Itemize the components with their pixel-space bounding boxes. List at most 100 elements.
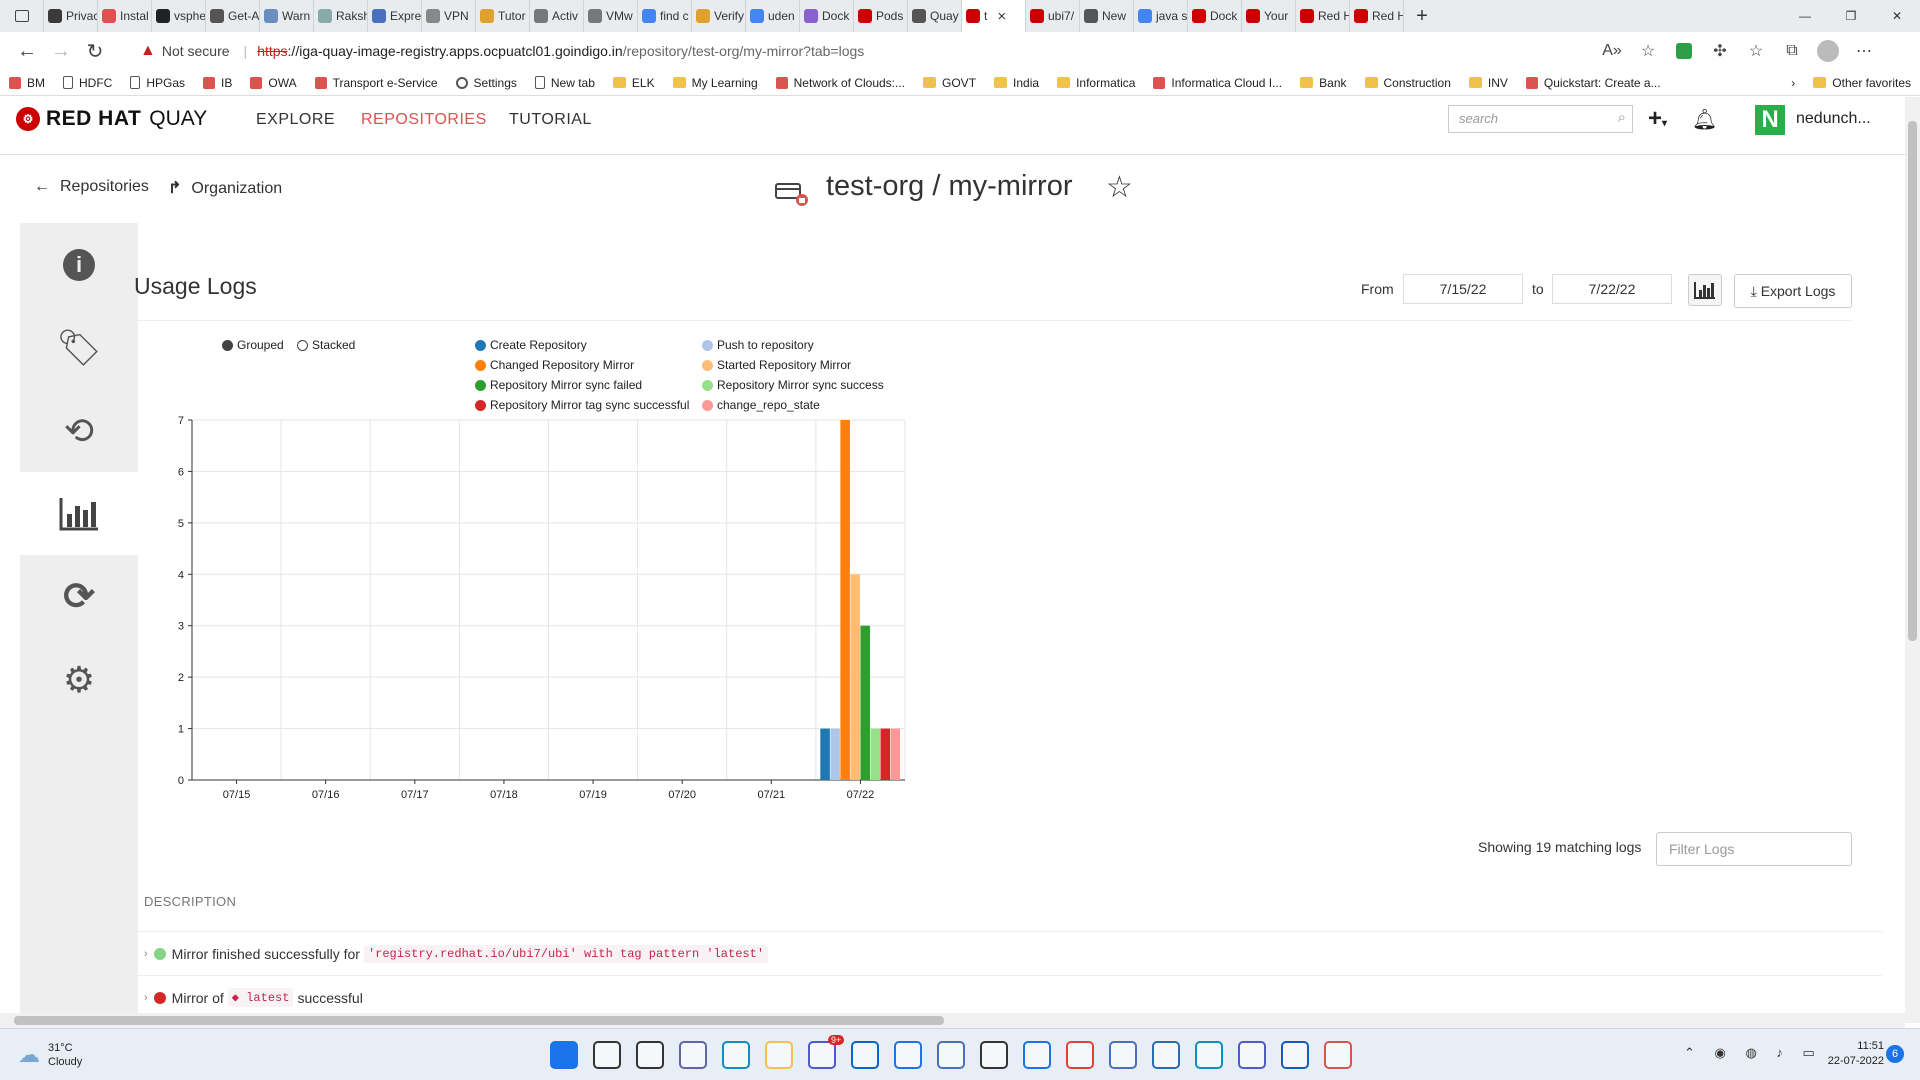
favorite-item[interactable]: Bank [1291, 76, 1355, 90]
favorite-item[interactable]: HDFC [54, 76, 121, 90]
restore-window-button[interactable]: ❐ [1828, 0, 1874, 32]
favorites-button[interactable]: ☆ [1738, 34, 1774, 68]
mode-stacked[interactable]: Stacked [297, 338, 355, 352]
browser-tab[interactable]: Dock [800, 0, 854, 32]
browser-tab[interactable]: uden [746, 0, 800, 32]
legend-entry[interactable]: Repository Mirror sync success [702, 378, 884, 392]
favorite-item[interactable]: Construction [1356, 76, 1460, 90]
add-favorite-button[interactable]: ☆ [1630, 34, 1666, 68]
url-field[interactable]: ▲ Not secure | https://iga-quay-image-re… [126, 36, 1586, 66]
browser-tab[interactable]: Get-A [206, 0, 260, 32]
task-view-icon[interactable] [636, 1041, 664, 1069]
sidebar-item-history[interactable]: ⟲ [20, 389, 138, 472]
browser-tab[interactable]: ubi7/ [1026, 0, 1080, 32]
extension-button[interactable] [1666, 34, 1702, 68]
word-icon[interactable] [1281, 1041, 1309, 1069]
user-avatar[interactable]: N [1755, 105, 1785, 135]
sidebar-item-settings[interactable]: ⚙ [20, 638, 138, 721]
network-icon[interactable] [937, 1041, 965, 1069]
start-button[interactable] [550, 1041, 578, 1069]
tab-actions-button[interactable] [0, 0, 44, 32]
browser-tab[interactable]: Expre [368, 0, 422, 32]
favorite-item[interactable]: HPGas [121, 76, 194, 90]
collections-button[interactable]: ⧉ [1774, 34, 1810, 68]
close-tab-icon[interactable]: × [997, 8, 1006, 25]
browser-tab[interactable]: Quay [908, 0, 962, 32]
profile-button[interactable] [1810, 34, 1846, 68]
outlook-icon[interactable] [851, 1041, 879, 1069]
chrome-icon[interactable] [1066, 1041, 1094, 1069]
sidebar-item-usage-logs[interactable] [20, 472, 138, 555]
photos-icon[interactable] [1195, 1041, 1223, 1069]
favorite-item[interactable]: Transport e-Service [306, 76, 447, 90]
horizontal-scroll-thumb[interactable] [14, 1016, 944, 1025]
browser-tab[interactable]: New [1080, 0, 1134, 32]
to-date-input[interactable]: 7/22/22 [1552, 274, 1672, 304]
favorite-item[interactable]: My Learning [664, 76, 767, 90]
nav-tutorial[interactable]: TUTORIAL [509, 111, 592, 129]
back-button[interactable]: ← [10, 34, 44, 68]
powershell-icon[interactable] [1152, 1041, 1180, 1069]
clock[interactable]: 11:51 22-07-2022 [1810, 1039, 1884, 1069]
export-logs-button[interactable]: ⤓ Export Logs [1734, 274, 1852, 308]
nav-repositories[interactable]: REPOSITORIES [361, 111, 487, 129]
browser-tab[interactable]: Dock [1188, 0, 1242, 32]
teams-icon[interactable] [808, 1041, 836, 1069]
star-repo-icon[interactable]: ☆ [1106, 170, 1133, 205]
sidebar-item-mirroring[interactable]: ⟳ [20, 555, 138, 638]
browser-tab[interactable]: find c [638, 0, 692, 32]
file-explorer-icon[interactable] [765, 1041, 793, 1069]
snipping-icon[interactable] [1238, 1041, 1266, 1069]
browser-tab[interactable]: Pods [854, 0, 908, 32]
browser-tab[interactable]: Verify [692, 0, 746, 32]
horizontal-scrollbar[interactable] [0, 1013, 1905, 1028]
read-aloud-button[interactable]: A» [1594, 34, 1630, 68]
new-tab-button[interactable]: + [1404, 0, 1440, 32]
browser-tab[interactable]: Red H [1350, 0, 1404, 32]
legend-entry[interactable]: Create Repository [475, 338, 587, 352]
settings-menu-button[interactable]: ⋯ [1846, 34, 1882, 68]
minimize-window-button[interactable]: — [1782, 0, 1828, 32]
snip-tool-icon[interactable] [1324, 1041, 1352, 1069]
legend-entry[interactable]: Changed Repository Mirror [475, 358, 634, 372]
user-menu[interactable]: nedunch... [1796, 110, 1871, 128]
browser-tab[interactable]: Red H [1296, 0, 1350, 32]
vertical-scroll-thumb[interactable] [1908, 121, 1917, 641]
legend-entry[interactable]: Repository Mirror sync failed [475, 378, 642, 392]
from-date-input[interactable]: 7/15/22 [1403, 274, 1523, 304]
vertical-scrollbar[interactable] [1905, 97, 1920, 1023]
chevron-right-icon[interactable]: › [144, 948, 148, 960]
notes-icon[interactable] [1023, 1041, 1051, 1069]
extensions-button[interactable]: ✣ [1702, 34, 1738, 68]
favorite-item[interactable]: INV [1460, 76, 1517, 90]
notifications-bell-icon[interactable]: 🔔︎ [1692, 107, 1717, 132]
favorite-item[interactable]: ELK [604, 76, 664, 90]
browser-tab[interactable]: Raksh [314, 0, 368, 32]
browser-tab[interactable]: VPN [422, 0, 476, 32]
browser-tab[interactable]: Tutor [476, 0, 530, 32]
mode-grouped[interactable]: Grouped [222, 338, 284, 352]
browser-tab[interactable]: t × [962, 0, 1026, 32]
browser-tab[interactable]: VMw [584, 0, 638, 32]
other-favorites[interactable]: Other favorites [1804, 76, 1920, 90]
favorite-item[interactable]: Settings [447, 76, 526, 90]
breadcrumb-repositories[interactable]: ← Repositories [34, 178, 149, 196]
more-favorites-chevron[interactable]: › [1782, 76, 1804, 90]
forward-button[interactable]: → [44, 34, 78, 68]
reload-button[interactable]: ↻ [78, 34, 112, 68]
search-icon[interactable] [593, 1041, 621, 1069]
favorite-item[interactable]: Network of Clouds:... [767, 76, 914, 90]
create-new-button[interactable]: +▾ [1648, 105, 1667, 133]
browser-tab[interactable]: Warn [260, 0, 314, 32]
sidebar-item-info[interactable]: i [20, 223, 138, 306]
vpn-icon[interactable] [1109, 1041, 1137, 1069]
legend-entry[interactable]: Started Repository Mirror [702, 358, 851, 372]
favorite-item[interactable]: Informatica [1048, 76, 1144, 90]
browser-tab[interactable]: vsphe [152, 0, 206, 32]
favorite-item[interactable]: New tab [526, 76, 604, 90]
edge-icon[interactable] [722, 1041, 750, 1069]
favorite-item[interactable]: India [985, 76, 1048, 90]
sidebar-item-tags[interactable]: 🏷︎ [20, 306, 138, 389]
favorite-item[interactable]: GOVT [914, 76, 985, 90]
chevron-right-icon[interactable]: › [144, 992, 148, 1004]
